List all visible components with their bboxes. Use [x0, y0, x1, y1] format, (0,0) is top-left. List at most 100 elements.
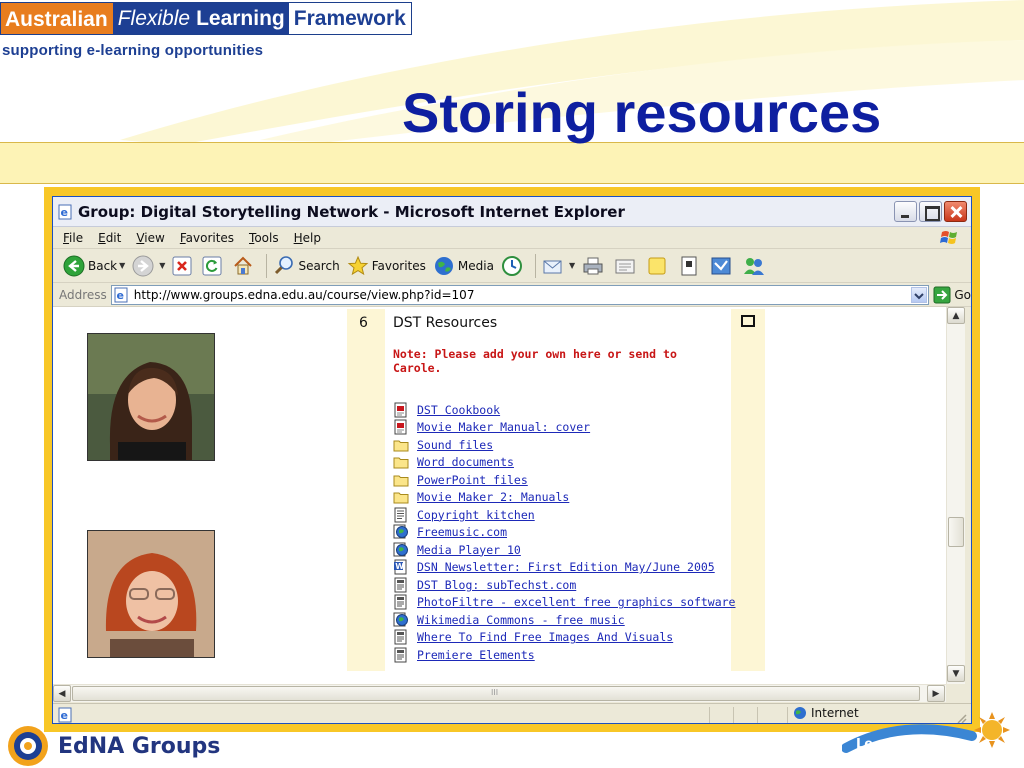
- resource-item: Freemusic.com: [393, 524, 736, 542]
- resource-item: Where To Find Free Images And Visuals: [393, 629, 736, 647]
- resource-link[interactable]: Premiere Elements: [417, 648, 535, 662]
- web-page-icon: [393, 577, 413, 593]
- pdf-icon: [393, 419, 413, 435]
- scroll-up-button[interactable]: ▲: [947, 307, 965, 324]
- stop-icon: [172, 256, 192, 275]
- slide-title: Storing resources: [402, 81, 882, 144]
- search-icon: [275, 255, 294, 274]
- forward-dropdown-icon[interactable]: ▼: [159, 261, 165, 270]
- history-icon: [501, 255, 522, 276]
- logo-australian: Australian: [1, 3, 113, 34]
- mail-dropdown-icon[interactable]: ▼: [569, 261, 575, 270]
- search-label: Search: [298, 258, 340, 273]
- close-button[interactable]: [944, 201, 967, 222]
- window-controls: [894, 201, 967, 222]
- resource-link[interactable]: Media Player 10: [417, 543, 521, 557]
- resource-link[interactable]: Wikimedia Commons - free music: [417, 613, 625, 627]
- menu-help[interactable]: Help: [294, 231, 321, 245]
- back-label: Back: [88, 258, 118, 273]
- favorites-button[interactable]: Favorites: [347, 255, 426, 277]
- resource-link[interactable]: Where To Find Free Images And Visuals: [417, 630, 673, 644]
- web-link-icon: [393, 542, 413, 558]
- standard-toolbar: Back ▼ ▼ Search Favorites Media ▼: [53, 249, 971, 283]
- horizontal-scrollbar[interactable]: ◀ III ▶: [53, 684, 946, 702]
- window-titlebar[interactable]: e Group: Digital Storytelling Network - …: [53, 197, 971, 227]
- maximize-button[interactable]: [919, 201, 942, 222]
- resource-link[interactable]: DST Cookbook: [417, 403, 500, 417]
- address-field[interactable]: e http://www.groups.edna.edu.au/course/v…: [110, 284, 930, 305]
- resource-link[interactable]: Copyright kitchen: [417, 508, 535, 522]
- resource-item: DST Cookbook: [393, 401, 736, 419]
- stop-button[interactable]: [172, 256, 195, 276]
- member-photo-2[interactable]: [87, 530, 215, 658]
- resource-item: Media Player 10: [393, 541, 736, 559]
- internet-globe-icon: [794, 707, 806, 719]
- messenger-button[interactable]: [742, 255, 769, 277]
- resource-link[interactable]: PhotoFiltre - excellent free graphics so…: [417, 595, 736, 609]
- research-button[interactable]: [678, 255, 703, 277]
- menu-favorites[interactable]: Favorites: [180, 231, 234, 245]
- status-bar: e Internet: [53, 703, 971, 723]
- forward-button[interactable]: ▼: [132, 255, 165, 277]
- menu-tools[interactable]: Tools: [249, 231, 279, 245]
- menu-view[interactable]: View: [136, 231, 164, 245]
- go-button[interactable]: Go: [933, 286, 971, 304]
- member-photo-1[interactable]: [87, 333, 215, 461]
- section-title: DST Resources: [393, 315, 498, 331]
- logo-learning: Learning: [196, 3, 289, 34]
- resource-list: DST Cookbook Movie Maker Manual: cover Sou…: [393, 401, 736, 664]
- scroll-down-button[interactable]: ▼: [947, 665, 965, 682]
- resource-link[interactable]: Freemusic.com: [417, 525, 507, 539]
- refresh-button[interactable]: [202, 256, 225, 276]
- slide: Australian Flexible Learning Framework s…: [0, 0, 1024, 768]
- address-label: Address: [59, 287, 107, 302]
- folder-icon: [393, 454, 413, 470]
- home-icon: [234, 256, 253, 274]
- media-button[interactable]: Media: [433, 255, 494, 277]
- print-button[interactable]: [582, 255, 607, 277]
- home-button[interactable]: [232, 255, 257, 277]
- search-button[interactable]: Search: [273, 255, 340, 277]
- refresh-icon: [202, 256, 222, 275]
- scroll-left-button[interactable]: ◀: [53, 685, 71, 702]
- address-dropdown-button[interactable]: [911, 286, 928, 303]
- folder-icon: [393, 489, 413, 505]
- mail-button[interactable]: ▼: [542, 255, 575, 277]
- scroll-right-button[interactable]: ▶: [927, 685, 945, 702]
- resource-item: Copyright kitchen: [393, 506, 736, 524]
- menu-file[interactable]: File: [63, 231, 83, 245]
- messenger-tool-button[interactable]: [710, 255, 735, 277]
- svg-text:W: W: [395, 562, 404, 571]
- resource-link[interactable]: Word documents: [417, 455, 514, 469]
- resource-link[interactable]: Sound files: [417, 438, 493, 452]
- page-icon: e: [114, 287, 128, 302]
- media-label: Media: [457, 258, 494, 273]
- learning-logo-partial: Le ... o o: [842, 712, 1010, 753]
- resource-link[interactable]: Movie Maker Manual: cover: [417, 420, 590, 434]
- toolbar-separator: [266, 253, 268, 278]
- resource-link[interactable]: Movie Maker 2: Manuals: [417, 490, 569, 504]
- resource-link[interactable]: DST Blog: subTechst.com: [417, 578, 576, 592]
- media-globe-icon: [434, 256, 453, 275]
- back-button[interactable]: Back ▼: [63, 255, 125, 277]
- favorites-label: Favorites: [371, 258, 426, 273]
- vertical-scroll-thumb[interactable]: [948, 517, 964, 547]
- back-dropdown-icon[interactable]: ▼: [119, 261, 125, 270]
- mail-icon: [543, 260, 562, 273]
- menu-edit[interactable]: Edit: [98, 231, 121, 245]
- word-doc-icon: W: [393, 559, 413, 575]
- edna-swirl-icon: [8, 726, 48, 766]
- folder-icon: [393, 437, 413, 453]
- history-button[interactable]: [501, 255, 526, 277]
- svg-text:e: e: [61, 206, 68, 219]
- minimize-button[interactable]: [894, 201, 917, 222]
- resource-link[interactable]: DSN Newsletter: First Edition May/June 2…: [417, 560, 715, 574]
- horizontal-scroll-thumb[interactable]: III: [72, 686, 920, 701]
- edit-button[interactable]: [614, 255, 639, 277]
- discuss-button[interactable]: [646, 255, 671, 277]
- section-content: DST Resources Note: Please add your own …: [385, 309, 736, 671]
- web-link-icon: [393, 612, 413, 628]
- resource-link[interactable]: PowerPoint files: [417, 473, 528, 487]
- section-highlight-toggle[interactable]: [741, 315, 755, 327]
- vertical-scrollbar[interactable]: ▲ ▼: [946, 307, 965, 684]
